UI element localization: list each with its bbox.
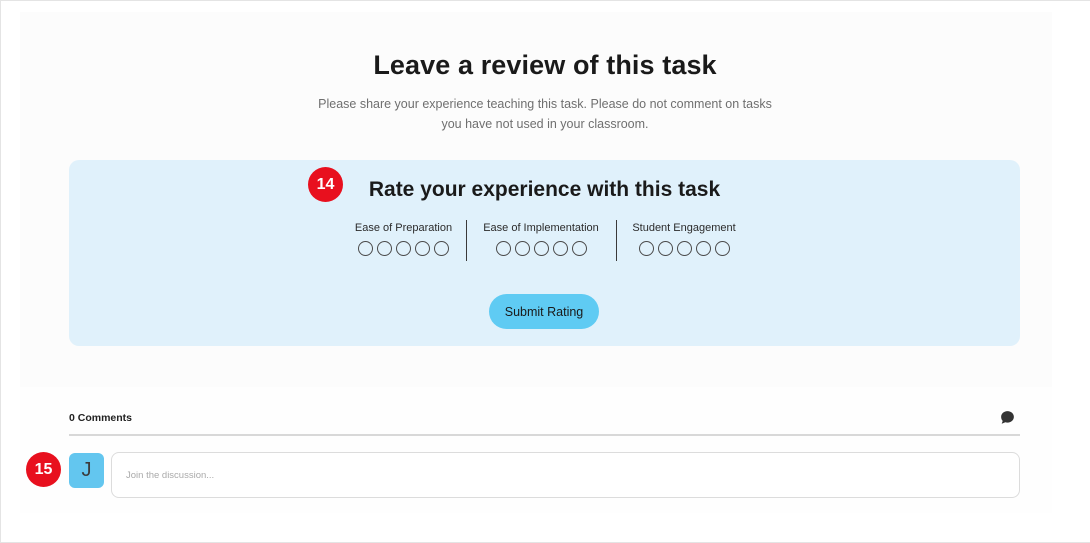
annotation-badge-14: 14 [308,167,343,202]
criterion-ease-of-implementation: Ease of Implementation [477,221,605,263]
criteria-divider [616,220,617,261]
rating-scale-ease-of-implementation [477,241,605,256]
annotation-badge-15: 15 [26,452,61,487]
rating-option-1[interactable] [638,241,654,256]
rating-option-5[interactable] [571,241,587,256]
rating-option-2[interactable] [514,241,530,256]
criteria-divider [466,220,467,261]
criterion-label: Ease of Implementation [483,222,599,234]
submit-rating-button[interactable]: Submit Rating [489,294,599,329]
rating-option-4[interactable] [695,241,711,256]
rating-criteria: Ease of Preparation Ease of Implementati… [69,221,1020,266]
rating-option-3[interactable] [676,241,692,256]
review-subtitle: Please share your experience teaching th… [310,94,780,134]
rating-option-4[interactable] [415,241,430,256]
comments-count: 0 Comments [69,412,133,424]
rating-option-2[interactable] [377,241,392,256]
rating-option-1[interactable] [495,241,511,256]
rating-option-3[interactable] [533,241,549,256]
criterion-student-engagement: Student Engagement [626,221,742,263]
rating-option-3[interactable] [396,241,411,256]
speech-bubble-icon[interactable] [1000,410,1015,425]
criterion-label: Student Engagement [632,222,736,234]
rating-title: Rate your experience with this task [368,178,721,201]
discussion-input[interactable] [111,452,1020,498]
rating-option-5[interactable] [714,241,730,256]
rating-option-1[interactable] [358,241,373,256]
rating-option-4[interactable] [552,241,568,256]
rating-option-5[interactable] [434,241,449,256]
rating-scale-student-engagement [626,241,742,256]
comments-divider [69,434,1020,436]
review-subtitle-line-1: Please share your experience teaching th… [318,97,772,111]
criterion-ease-of-preparation: Ease of Preparation [349,221,458,263]
rating-scale-ease-of-preparation [349,241,458,256]
rating-card: Rate your experience with this task Ease… [69,160,1020,346]
criterion-label: Ease of Preparation [354,222,453,234]
review-title: Leave a review of this task [373,50,717,80]
avatar: J [69,453,104,488]
rating-option-2[interactable] [657,241,673,256]
review-subtitle-line-2: you have not used in your classroom. [441,117,649,131]
